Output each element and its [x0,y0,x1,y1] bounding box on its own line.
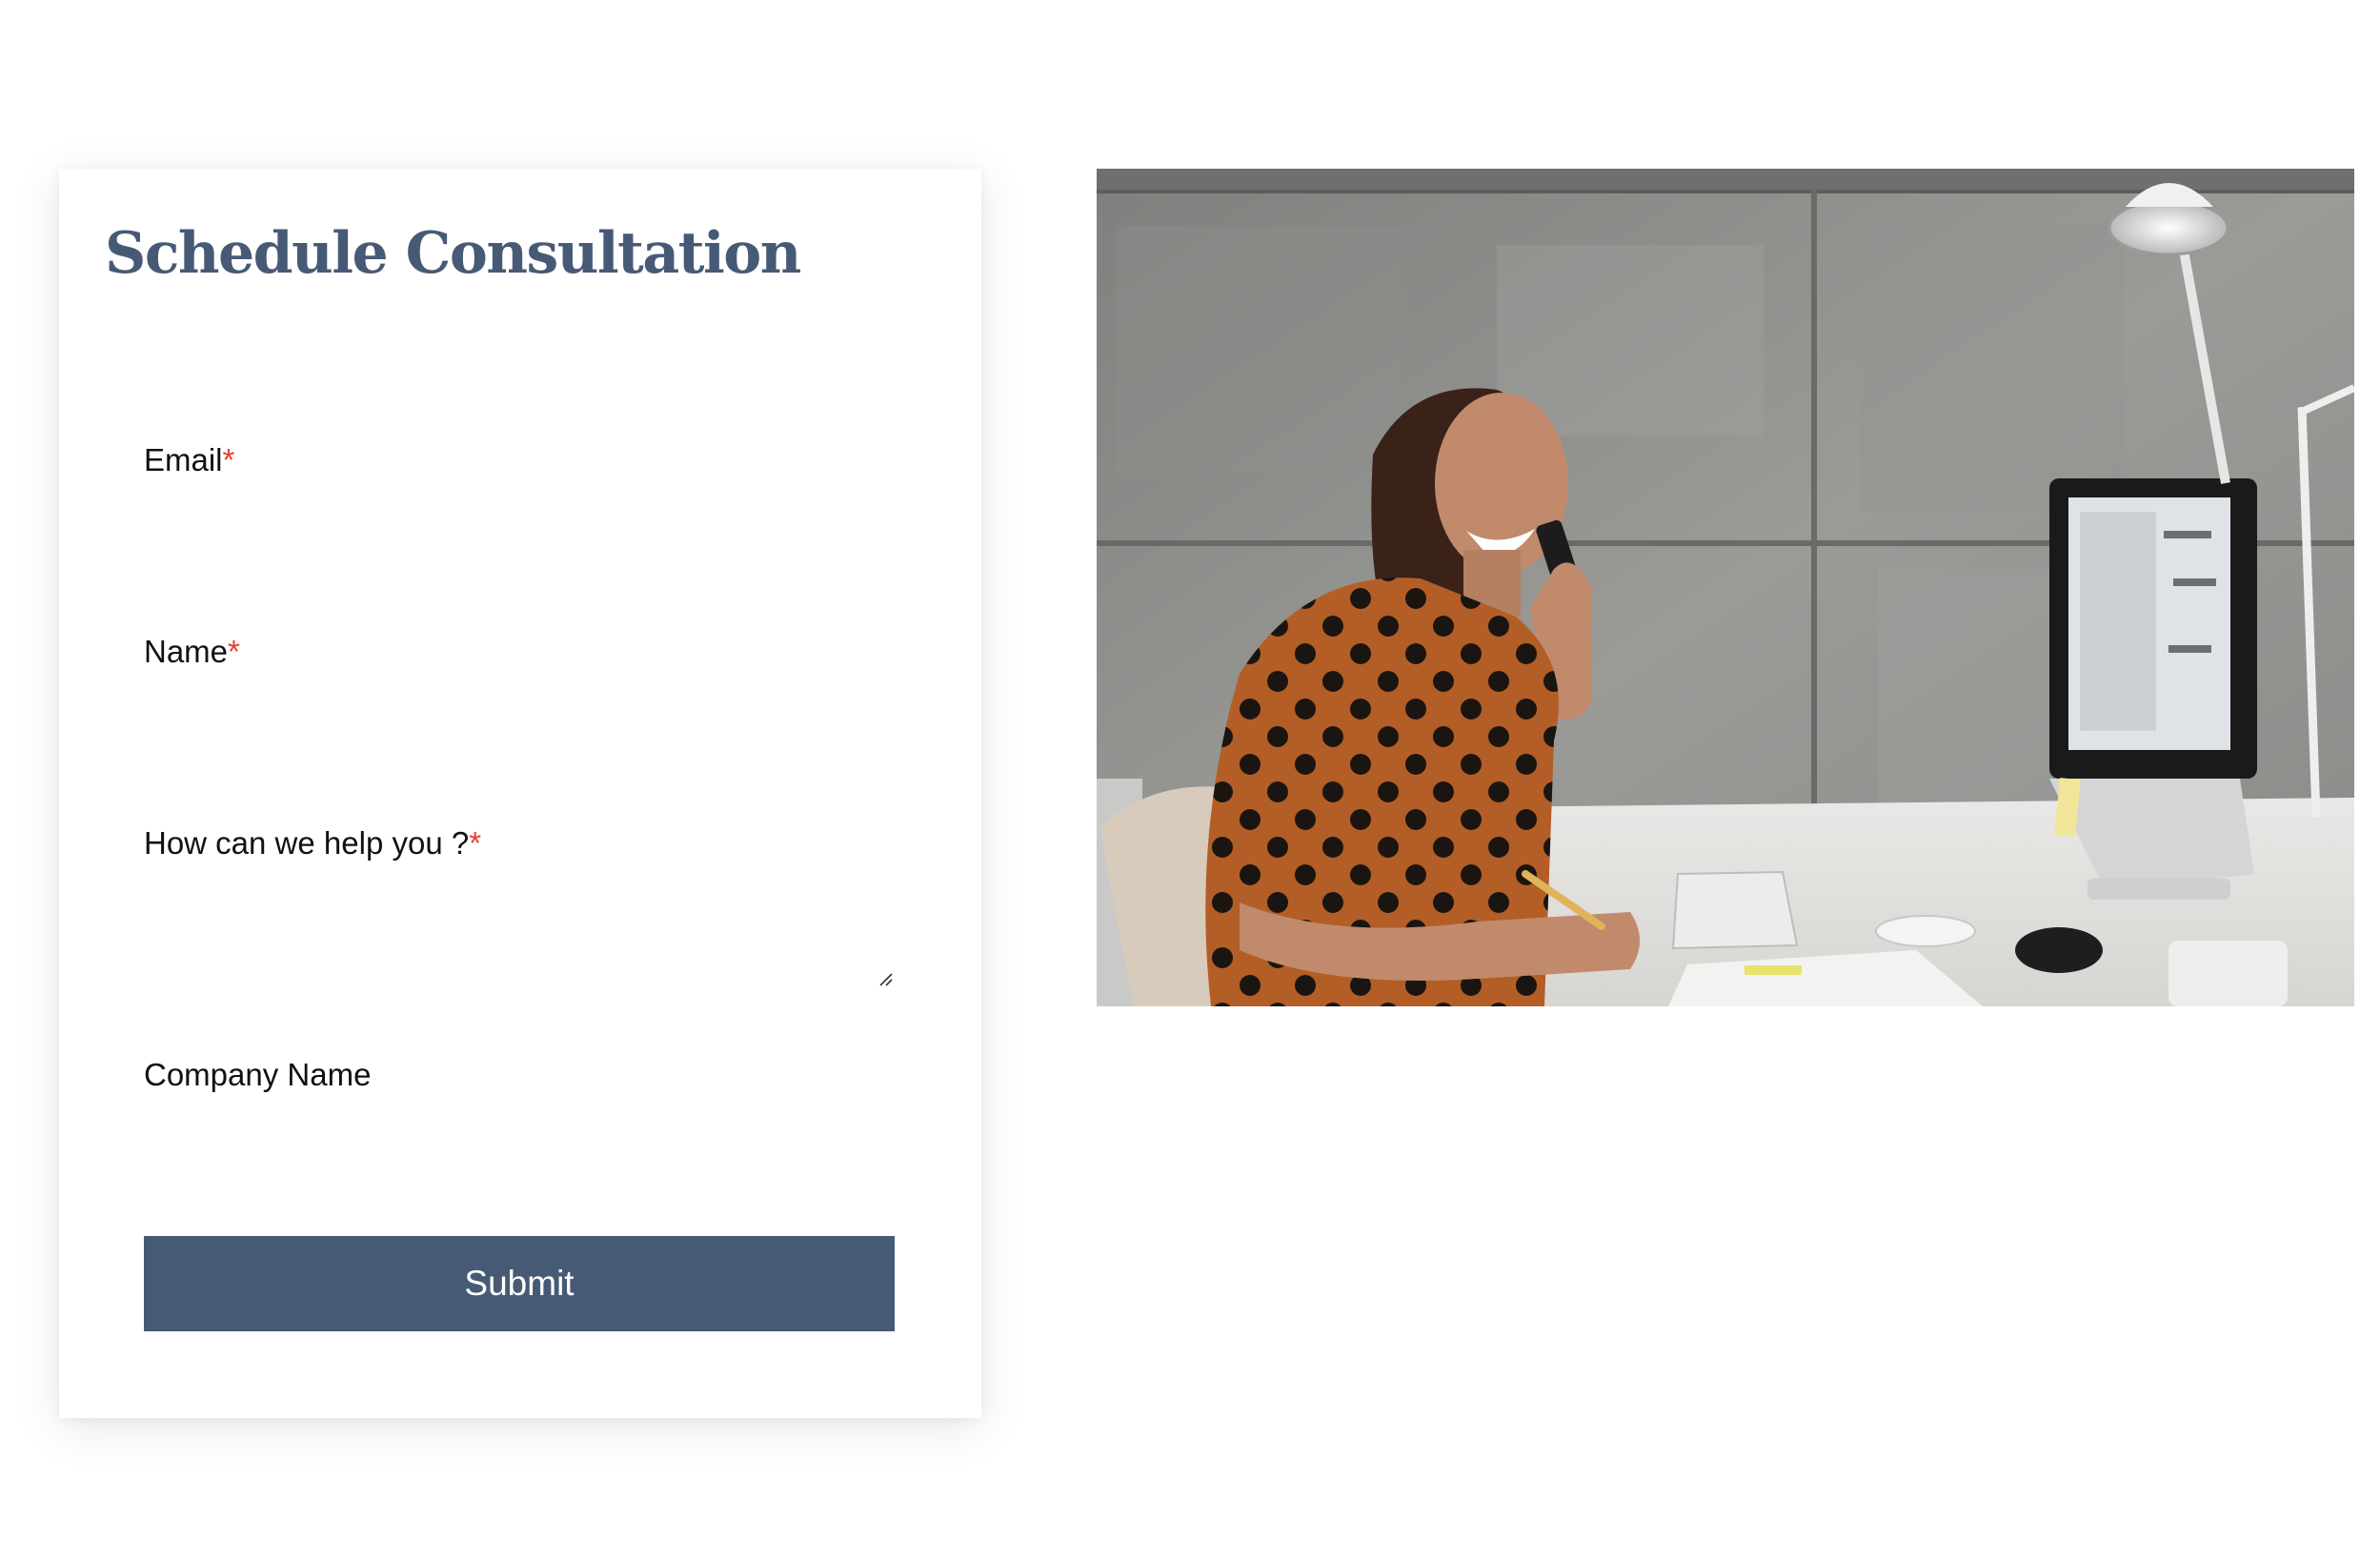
company-label-text: Company Name [144,1057,372,1092]
photo-woman-on-phone-at-desk-icon [1097,169,2354,1006]
email-field-group: Email* [144,441,894,565]
email-label: Email* [144,441,894,479]
name-required-mark: * [228,634,240,669]
help-textarea[interactable] [144,862,894,986]
email-label-text: Email [144,442,223,477]
help-label-text: How can we help you ? [144,825,470,861]
help-textarea-wrap [144,862,894,986]
consultation-form-card: Schedule Consultation Email* Name* How c… [59,169,981,1418]
help-required-mark: * [469,825,482,861]
help-field-group: How can we help you ?* [144,824,894,986]
company-input[interactable] [144,1094,894,1180]
email-input[interactable] [144,479,894,565]
name-label-text: Name [144,634,229,669]
resize-grip-icon[interactable] [877,970,894,987]
help-label: How can we help you ?* [144,824,894,862]
name-input[interactable] [144,671,894,757]
company-label: Company Name [144,1056,894,1094]
submit-button[interactable]: Submit [144,1236,895,1331]
form-title: Schedule Consultation [105,220,801,287]
company-field-group: Company Name [144,1056,894,1180]
hero-photo [1097,169,2354,1006]
name-field-group: Name* [144,633,894,757]
email-required-mark: * [222,442,235,477]
name-label: Name* [144,633,894,671]
